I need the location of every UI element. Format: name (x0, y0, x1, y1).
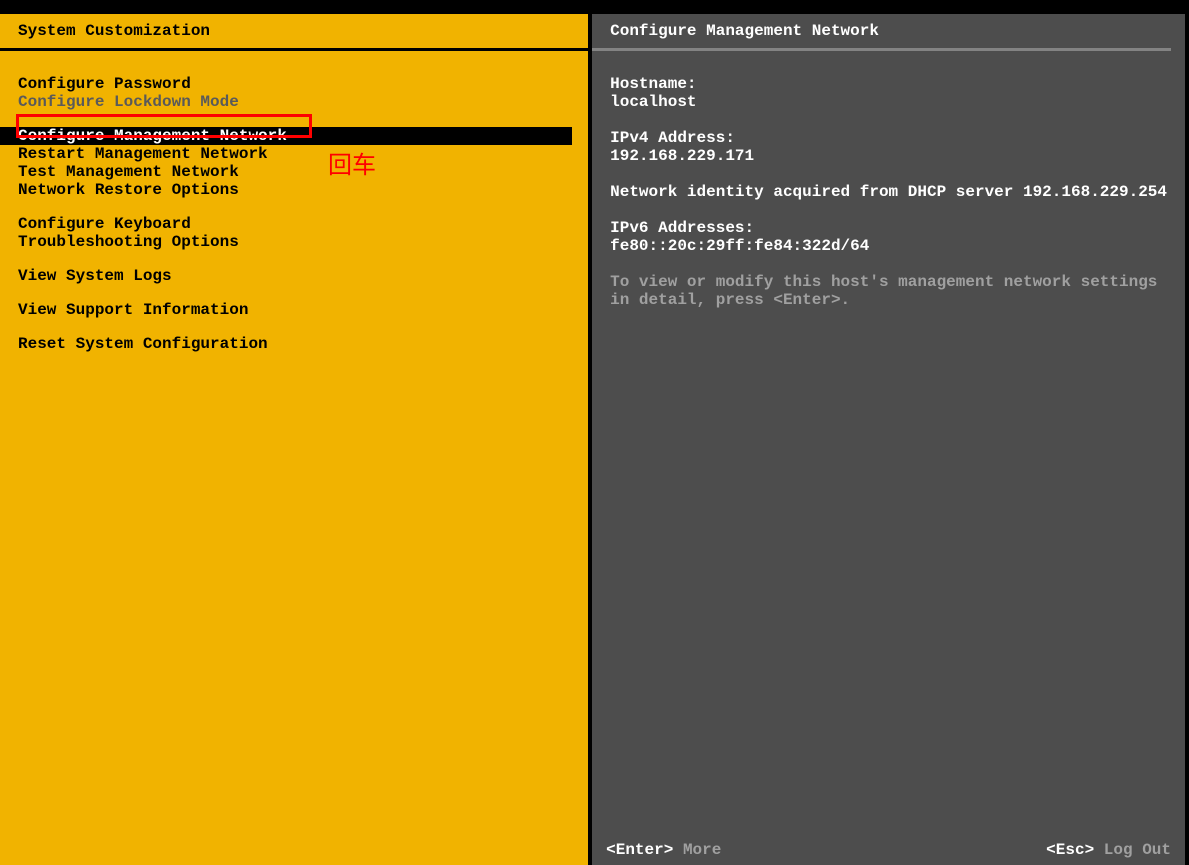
esc-action-label: Log Out (1104, 841, 1171, 859)
menu-troubleshooting-options[interactable]: Troubleshooting Options (0, 233, 588, 251)
menu-group: Configure Keyboard Troubleshooting Optio… (0, 215, 588, 251)
menu-group: Configure Management Network Restart Man… (0, 127, 588, 199)
hostname-label: Hostname: (610, 75, 696, 93)
dhcp-line: Network identity acquired from DHCP serv… (610, 183, 1167, 201)
dhcp-block: Network identity acquired from DHCP serv… (610, 183, 1167, 201)
dcui-container: System Customization Configure Password … (0, 0, 1189, 865)
ipv6-label: IPv6 Addresses: (610, 219, 754, 237)
ipv6-block: IPv6 Addresses: fe80::20c:29ff:fe84:322d… (610, 219, 1167, 255)
menu-configure-keyboard[interactable]: Configure Keyboard (0, 215, 588, 233)
ipv6-value: fe80::20c:29ff:fe84:322d/64 (610, 237, 869, 255)
footer-right: <Esc> Log Out (1046, 841, 1171, 859)
menu-view-system-logs[interactable]: View System Logs (0, 267, 588, 285)
left-panel-content: Configure Password Configure Lockdown Mo… (0, 51, 588, 865)
menu-configure-lockdown-mode: Configure Lockdown Mode (0, 93, 588, 111)
menu-test-management-network[interactable]: Test Management Network (0, 163, 588, 181)
right-panel-content: Hostname: localhost IPv4 Address: 192.16… (592, 51, 1185, 837)
menu-view-support-information[interactable]: View Support Information (0, 301, 588, 319)
menu-group: View Support Information (0, 301, 588, 319)
right-panel: Configure Management Network Hostname: l… (588, 4, 1185, 865)
left-panel-title: System Customization (0, 14, 588, 51)
scrollbar[interactable] (1185, 14, 1189, 865)
left-panel: System Customization Configure Password … (0, 4, 588, 865)
menu-configure-password[interactable]: Configure Password (0, 75, 588, 93)
menu-restart-management-network[interactable]: Restart Management Network (0, 145, 588, 163)
footer-bar: <Enter> More <Esc> Log Out (592, 837, 1185, 865)
menu-group: Configure Password Configure Lockdown Mo… (0, 75, 588, 111)
ipv4-value: 192.168.229.171 (610, 147, 754, 165)
instruction-hint: To view or modify this host's management… (610, 273, 1167, 309)
hostname-value: localhost (610, 93, 696, 111)
menu-reset-system-configuration[interactable]: Reset System Configuration (0, 335, 588, 353)
enter-action-label: More (683, 841, 721, 859)
ipv4-block: IPv4 Address: 192.168.229.171 (610, 129, 1167, 165)
menu-group: View System Logs (0, 267, 588, 285)
ipv4-label: IPv4 Address: (610, 129, 735, 147)
enter-key-label: <Enter> (606, 841, 673, 859)
footer-left: <Enter> More (606, 841, 721, 859)
esc-key-label: <Esc> (1046, 841, 1094, 859)
menu-network-restore-options[interactable]: Network Restore Options (0, 181, 588, 199)
right-panel-title: Configure Management Network (592, 14, 1171, 51)
menu-configure-management-network[interactable]: Configure Management Network (0, 127, 572, 145)
menu-group: Reset System Configuration (0, 335, 588, 353)
hostname-block: Hostname: localhost (610, 75, 1167, 111)
